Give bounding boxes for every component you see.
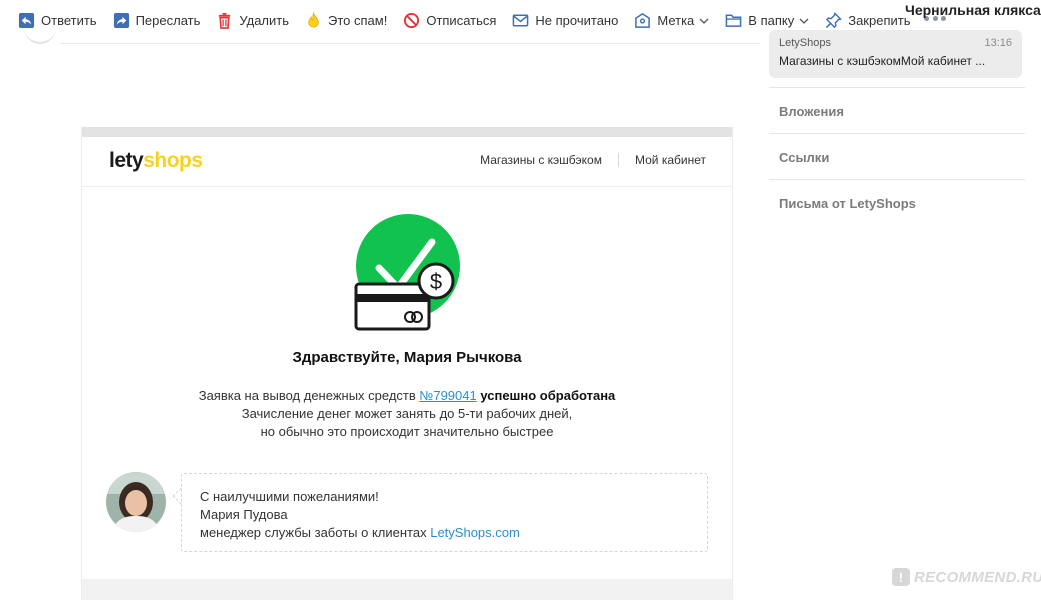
trash-icon bbox=[219, 12, 231, 29]
message-line-3: но обычно это происходит значительно быс… bbox=[260, 424, 554, 439]
pin-icon bbox=[826, 11, 843, 28]
forward-label: Переслать bbox=[135, 12, 201, 28]
watermark-text: RECOMMEND.RU bbox=[914, 568, 1041, 586]
links-link[interactable]: Ссылки bbox=[779, 150, 829, 165]
thread-sender: LetyShops bbox=[779, 37, 831, 49]
cashback-success-illustration: $ bbox=[354, 214, 460, 331]
manager-avatar bbox=[106, 472, 166, 532]
side-divider bbox=[769, 133, 1025, 134]
chevron-down-icon bbox=[699, 18, 709, 24]
line1-suffix: успешно обработана bbox=[480, 388, 616, 403]
signature-regards: С наилучшими пожеланиями! bbox=[200, 489, 379, 504]
unsubscribe-label: Отписаться bbox=[426, 12, 497, 28]
signature-box: С наилучшими пожеланиями! Мария Пудова м… bbox=[181, 473, 708, 552]
label-label: Метка bbox=[657, 12, 695, 28]
letyshops-logo[interactable]: letyshops bbox=[109, 149, 203, 173]
thread-list-item[interactable]: LetyShops 13:16 Магазины с кэшбэкомМой к… bbox=[769, 30, 1022, 78]
attachments-link[interactable]: Вложения bbox=[779, 104, 844, 119]
message-line-2: Зачисление денег может занять до 5-ти ра… bbox=[241, 406, 573, 421]
message-line-1: Заявка на вывод денежных средств №799041… bbox=[82, 387, 732, 405]
signature-name: Мария Пудова bbox=[200, 507, 288, 522]
nav-cabinet-link[interactable]: Мой кабинет bbox=[635, 153, 706, 167]
spam-button[interactable]: Это спам! bbox=[305, 0, 387, 40]
greeting-heading: Здравствуйте, Мария Рычкова bbox=[292, 349, 522, 366]
request-number-link[interactable]: №799041 bbox=[419, 388, 476, 403]
envelope-icon bbox=[513, 14, 529, 26]
letters-from-sender-link[interactable]: Письма от LetyShops bbox=[779, 196, 916, 211]
nav-separator bbox=[617, 153, 619, 167]
tag-icon bbox=[635, 12, 651, 28]
withdrawal-message: Заявка на вывод денежных средств №799041… bbox=[82, 387, 732, 441]
forward-button[interactable]: Переслать bbox=[113, 0, 201, 40]
toolbar-divider bbox=[60, 43, 760, 44]
letyshops-site-link[interactable]: LetyShops.com bbox=[430, 525, 520, 540]
forward-icon bbox=[113, 12, 129, 28]
email-footer bbox=[82, 579, 732, 600]
recommend-logo-icon: ! bbox=[892, 568, 910, 586]
unread-label: Не прочитано bbox=[535, 12, 619, 28]
folder-title: Чернильная клякса bbox=[905, 2, 1041, 18]
svg-text:$: $ bbox=[430, 269, 442, 294]
line1-prefix: Заявка на вывод денежных средств bbox=[198, 388, 416, 403]
delete-button[interactable]: Удалить bbox=[216, 0, 289, 40]
signature-role: менеджер службы заботы о клиентах bbox=[200, 525, 427, 540]
pin-label: Закрепить bbox=[848, 12, 911, 28]
email-header: letyshops Магазины с кэшбэком Мой кабине… bbox=[82, 137, 732, 187]
nav-shops-link[interactable]: Магазины с кэшбэком bbox=[480, 153, 602, 167]
label-dropdown[interactable]: Метка bbox=[634, 0, 709, 40]
sender-avatar bbox=[24, 26, 56, 44]
spam-label: Это спам! bbox=[328, 12, 388, 28]
unsubscribe-button[interactable]: Отписаться bbox=[403, 0, 496, 40]
delete-label: Удалить bbox=[239, 12, 290, 28]
signature-role-line: менеджер службы заботы о клиентах LetySh… bbox=[200, 524, 707, 542]
logo-text-lety: lety bbox=[109, 149, 144, 172]
to-folder-label: В папку bbox=[748, 12, 795, 28]
email-top-bar bbox=[82, 127, 732, 137]
side-divider bbox=[769, 179, 1025, 180]
folder-icon bbox=[725, 14, 742, 27]
logo-text-shops: shops bbox=[143, 149, 203, 172]
mark-unread-button[interactable]: Не прочитано bbox=[512, 0, 618, 40]
recommend-watermark: ! RECOMMEND.RU bbox=[892, 568, 1041, 586]
thread-subject: Магазины с кэшбэкомМой кабинет ... bbox=[779, 54, 986, 68]
chevron-down-icon bbox=[799, 18, 809, 24]
email-body: letyshops Магазины с кэшбэком Мой кабине… bbox=[81, 127, 733, 600]
email-nav: Магазины с кэшбэком Мой кабинет bbox=[480, 153, 706, 167]
side-divider bbox=[769, 87, 1025, 88]
block-icon bbox=[404, 12, 420, 28]
flame-icon bbox=[308, 11, 319, 28]
thread-time: 13:16 bbox=[984, 37, 1012, 49]
